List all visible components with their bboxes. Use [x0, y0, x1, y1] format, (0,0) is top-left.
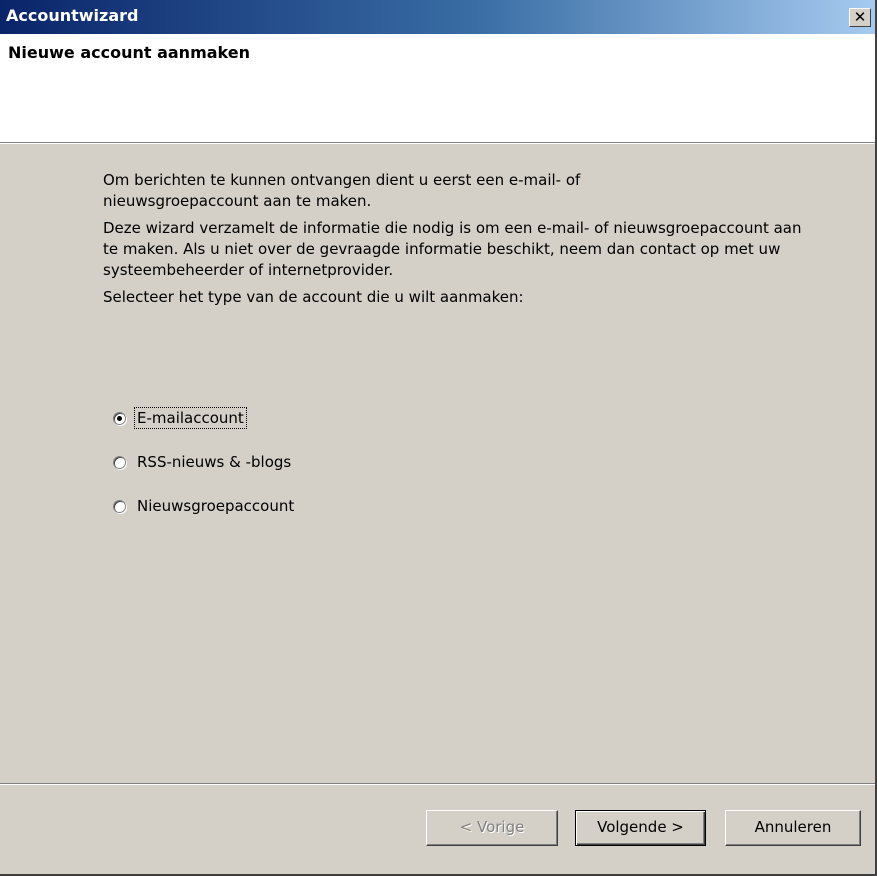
cancel-button[interactable]: Annuleren [725, 810, 861, 846]
radio-button-email[interactable] [113, 411, 126, 425]
page-title: Nieuwe account aanmaken [8, 43, 250, 62]
intro-paragraph-2: Deze wizard verzamelt de informatie die … [103, 219, 802, 279]
radio-label-rss[interactable]: RSS-nieuws & -blogs [135, 452, 293, 472]
previous-button[interactable]: < Vorige [426, 810, 558, 846]
radio-label-newsgroup[interactable]: Nieuwsgroepaccount [135, 496, 296, 516]
intro-paragraph-1: Om berichten te kunnen ontvangen dient u… [103, 171, 581, 210]
header-divider [0, 143, 875, 144]
radio-option-email[interactable]: E-mailaccount [113, 406, 296, 430]
header-panel: Nieuwe account aanmaken [0, 34, 875, 143]
radio-option-rss[interactable]: RSS-nieuws & -blogs [113, 450, 296, 474]
title-bar[interactable]: Accountwizard ✕ [0, 0, 875, 34]
radio-button-rss[interactable] [113, 455, 126, 469]
radio-option-newsgroup[interactable]: Nieuwsgroepaccount [113, 494, 296, 518]
account-wizard-dialog: Accountwizard ✕ Nieuwe account aanmaken … [0, 0, 877, 876]
intro-paragraph-3: Selecteer het type van de account die u … [103, 288, 524, 306]
account-type-radio-group: E-mailaccount RSS-nieuws & -blogs Nieuws… [113, 406, 296, 538]
radio-label-email[interactable]: E-mailaccount [134, 407, 247, 429]
close-button[interactable]: ✕ [849, 8, 871, 27]
next-button[interactable]: Volgende > [575, 810, 706, 846]
footer-divider-highlight [0, 784, 875, 785]
close-icon: ✕ [853, 8, 867, 26]
intro-text: Om berichten te kunnen ontvangen dient u… [103, 170, 803, 314]
radio-button-newsgroup[interactable] [113, 499, 126, 513]
window-title: Accountwizard [6, 6, 139, 25]
